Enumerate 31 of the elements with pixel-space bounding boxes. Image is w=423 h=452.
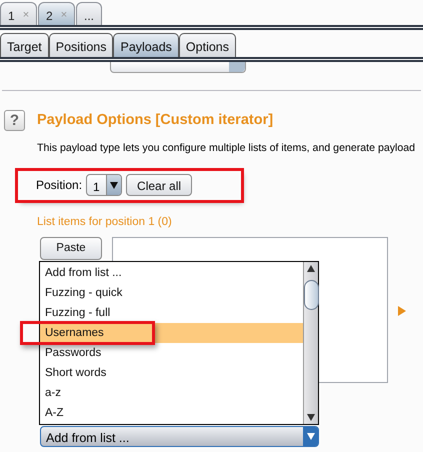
request-tab[interactable]: 2 × — [38, 2, 75, 25]
tab[interactable]: Options — [178, 33, 236, 57]
scrollbar[interactable] — [303, 262, 318, 424]
menu-option[interactable]: A-Z — [40, 403, 303, 423]
menu-option[interactable]: Passwords — [40, 343, 303, 363]
scroll-up-icon[interactable] — [307, 265, 315, 272]
tab[interactable]: Positions — [48, 33, 114, 57]
menu-option[interactable]: Add from list ... — [40, 263, 303, 283]
payload-type-field[interactable] — [110, 62, 246, 73]
request-tab[interactable]: 1 × — [0, 2, 37, 25]
request-tab[interactable]: ... — [76, 2, 102, 25]
dropdown-arrow-icon[interactable] — [306, 433, 314, 440]
paste-button[interactable]: Paste — [40, 237, 102, 260]
tab[interactable]: Target — [0, 33, 49, 57]
menu-option[interactable]: Short words — [40, 363, 303, 383]
scroll-thumb[interactable] — [304, 280, 319, 310]
description-text: This payload type lets you configure multiple lists of items, and generate payload — [37, 140, 416, 156]
menu-option[interactable]: Usernames — [40, 323, 303, 343]
position-select[interactable]: 1 — [86, 174, 122, 196]
position-label: Position: — [36, 177, 82, 194]
list-heading: List items for position 1 (0) — [37, 214, 173, 230]
menu-option[interactable]: a-z — [40, 383, 303, 403]
clear-all-button[interactable]: Clear all — [126, 174, 192, 196]
dropdown-arrow-icon[interactable] — [110, 182, 118, 189]
tab[interactable]: Payloads — [113, 33, 179, 57]
scroll-down-icon[interactable] — [307, 414, 315, 421]
menu-option[interactable]: Fuzzing - quick — [40, 283, 303, 303]
help-icon[interactable]: ? — [4, 110, 25, 132]
add-from-list-dropdown[interactable]: Add from list ... — [40, 426, 319, 447]
section-title: Payload Options [Custom iterator] — [37, 111, 274, 130]
menu-option[interactable]: Fuzzing - full — [40, 303, 303, 323]
